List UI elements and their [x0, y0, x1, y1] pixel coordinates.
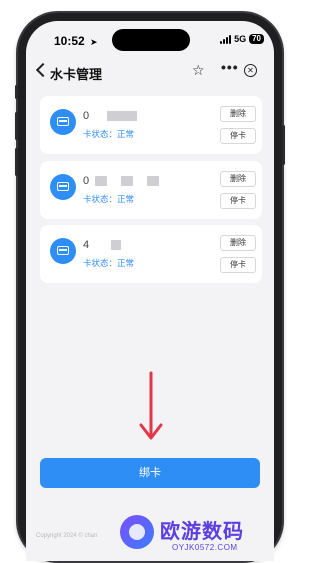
- chevron-left-icon[interactable]: [35, 62, 51, 78]
- card-status: 卡状态：正常: [83, 194, 135, 204]
- redacted-mark: [107, 111, 138, 122]
- navigation-bar: 水卡管理 ☆ ••• ✕: [26, 59, 274, 83]
- app-screen: 10:52 ➤ 5G 70 水卡管理 ☆ ••• ✕ 0 卡状态：正常 删除 停…: [26, 21, 274, 561]
- status-time: 10:52 ➤: [54, 34, 98, 48]
- phone-side-button: [15, 85, 18, 99]
- delete-button[interactable]: 删除: [220, 171, 256, 187]
- stop-card-button[interactable]: 停卡: [220, 128, 256, 144]
- card-number: 4: [83, 239, 122, 251]
- stop-card-button[interactable]: 停卡: [220, 193, 256, 209]
- watermark: 欧游数码 OYJK0572.COM: [120, 515, 298, 563]
- stop-card-button[interactable]: 停卡: [220, 257, 256, 273]
- water-card-item: 4 卡状态：正常 删除 停卡: [40, 225, 262, 283]
- phone-power-button: [282, 125, 285, 165]
- page-title: 水卡管理: [50, 67, 103, 82]
- card-status: 卡状态：正常: [83, 258, 135, 268]
- card-number: 0: [83, 110, 138, 122]
- card-icon: [50, 238, 76, 264]
- redacted-mark: [111, 240, 122, 251]
- more-icon[interactable]: •••: [221, 59, 239, 75]
- card-status: 卡状态：正常: [83, 129, 135, 139]
- watermark-subtitle: OYJK0572.COM: [172, 543, 238, 552]
- location-icon: ➤: [90, 37, 98, 47]
- phone-volume-up: [15, 112, 18, 140]
- redacted-mark: [121, 176, 134, 187]
- copyright-text: Copyright 2024 © chan: [36, 533, 98, 539]
- star-icon[interactable]: ☆: [192, 62, 205, 79]
- card-number: 0: [83, 175, 160, 187]
- dynamic-island: [112, 29, 190, 51]
- signal-icon: [220, 34, 232, 44]
- status-indicators: 5G 70: [220, 34, 264, 44]
- status-time-text: 10:52: [54, 34, 85, 48]
- network-type: 5G: [234, 34, 247, 44]
- card-number-text: 4: [83, 239, 90, 251]
- water-card-item: 0 卡状态：正常 删除 停卡: [40, 96, 262, 154]
- red-arrow-annotation: [139, 371, 163, 440]
- delete-button[interactable]: 删除: [220, 235, 256, 251]
- delete-button[interactable]: 删除: [220, 106, 256, 122]
- redacted-mark: [147, 176, 160, 187]
- card-icon: [50, 174, 76, 200]
- bind-card-button[interactable]: 绑卡: [40, 458, 260, 488]
- card-icon: [50, 109, 76, 135]
- watermark-logo-icon: [120, 515, 154, 549]
- water-card-item: 0 卡状态：正常 删除 停卡: [40, 161, 262, 219]
- redacted-mark: [95, 176, 108, 187]
- watermark-title: 欧游数码: [160, 521, 244, 543]
- card-number-text: 0: [83, 175, 90, 187]
- battery-icon: 70: [249, 34, 264, 44]
- phone-volume-down: [15, 148, 18, 176]
- close-icon[interactable]: ✕: [244, 64, 257, 77]
- card-number-text: 0: [83, 110, 90, 122]
